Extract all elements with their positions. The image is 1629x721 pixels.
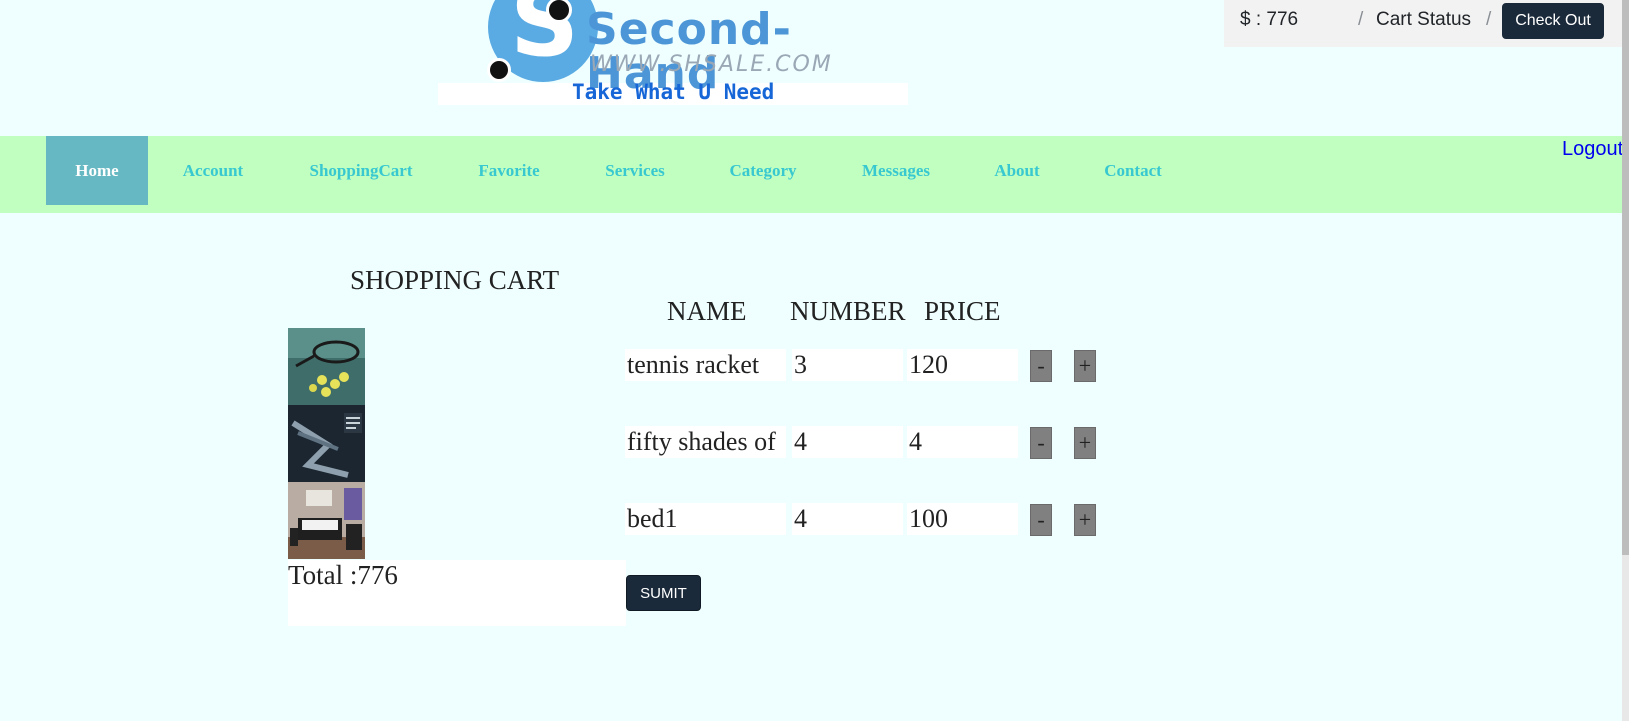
decrease-quantity-button[interactable]: - — [1030, 504, 1052, 536]
item-name: tennis racket — [625, 349, 786, 381]
cart-status-bar: $ : 776 / Cart Status / Check Out — [1224, 0, 1629, 47]
column-header-number: NUMBER — [790, 296, 906, 326]
main-nav: Home Account ShoppingCart Favorite Servi… — [0, 136, 1622, 213]
item-name: bed1 — [625, 503, 786, 535]
logo-url: WWW.SHSALE.COM — [590, 52, 833, 77]
item-price: 120 — [907, 349, 1018, 381]
increase-quantity-button[interactable]: + — [1074, 427, 1096, 459]
nav-about[interactable]: About — [980, 136, 1054, 205]
item-price: 4 — [907, 426, 1018, 458]
submit-button[interactable]: SUMIT — [626, 575, 701, 611]
nav-messages[interactable]: Messages — [852, 136, 940, 205]
breadcrumb-separator: / — [1358, 9, 1364, 30]
logo-tagline: Take What U Need — [572, 80, 775, 104]
cart-total: Total :776 — [288, 560, 626, 626]
nav-home[interactable]: Home — [46, 136, 148, 205]
tennis-racket-image — [288, 328, 365, 405]
page-scrollbar[interactable] — [1622, 0, 1629, 721]
scrollbar-thumb[interactable] — [1622, 0, 1629, 555]
site-logo: S Second-Hand WWW.SHSALE.COM Take What U… — [438, 0, 908, 108]
item-name: fifty shades of — [625, 426, 786, 458]
nav-shoppingcart[interactable]: ShoppingCart — [296, 136, 426, 205]
item-number: 4 — [792, 426, 903, 458]
book-cover-image — [288, 405, 365, 482]
column-header-name: NAME — [667, 296, 747, 326]
nav-category[interactable]: Category — [718, 136, 808, 205]
cart-title: SHOPPING CART — [350, 265, 560, 295]
increase-quantity-button[interactable]: + — [1074, 350, 1096, 382]
column-header-price: PRICE — [924, 296, 1001, 326]
nav-contact[interactable]: Contact — [1094, 136, 1172, 205]
nav-favorite[interactable]: Favorite — [466, 136, 552, 205]
check-out-button[interactable]: Check Out — [1502, 3, 1604, 39]
logo-dot — [487, 58, 511, 82]
decrease-quantity-button[interactable]: - — [1030, 350, 1052, 382]
item-number: 4 — [792, 503, 903, 535]
cart-status-link[interactable]: Cart Status — [1376, 9, 1471, 31]
nav-services[interactable]: Services — [592, 136, 678, 205]
logout-link[interactable]: Logout — [1562, 138, 1623, 161]
increase-quantity-button[interactable]: + — [1074, 504, 1096, 536]
item-number: 3 — [792, 349, 903, 381]
item-price: 100 — [907, 503, 1018, 535]
breadcrumb-separator: / — [1486, 9, 1492, 30]
balance-text: $ : 776 — [1240, 9, 1299, 30]
decrease-quantity-button[interactable]: - — [1030, 427, 1052, 459]
nav-account[interactable]: Account — [170, 136, 256, 205]
bedroom-image — [288, 482, 365, 559]
